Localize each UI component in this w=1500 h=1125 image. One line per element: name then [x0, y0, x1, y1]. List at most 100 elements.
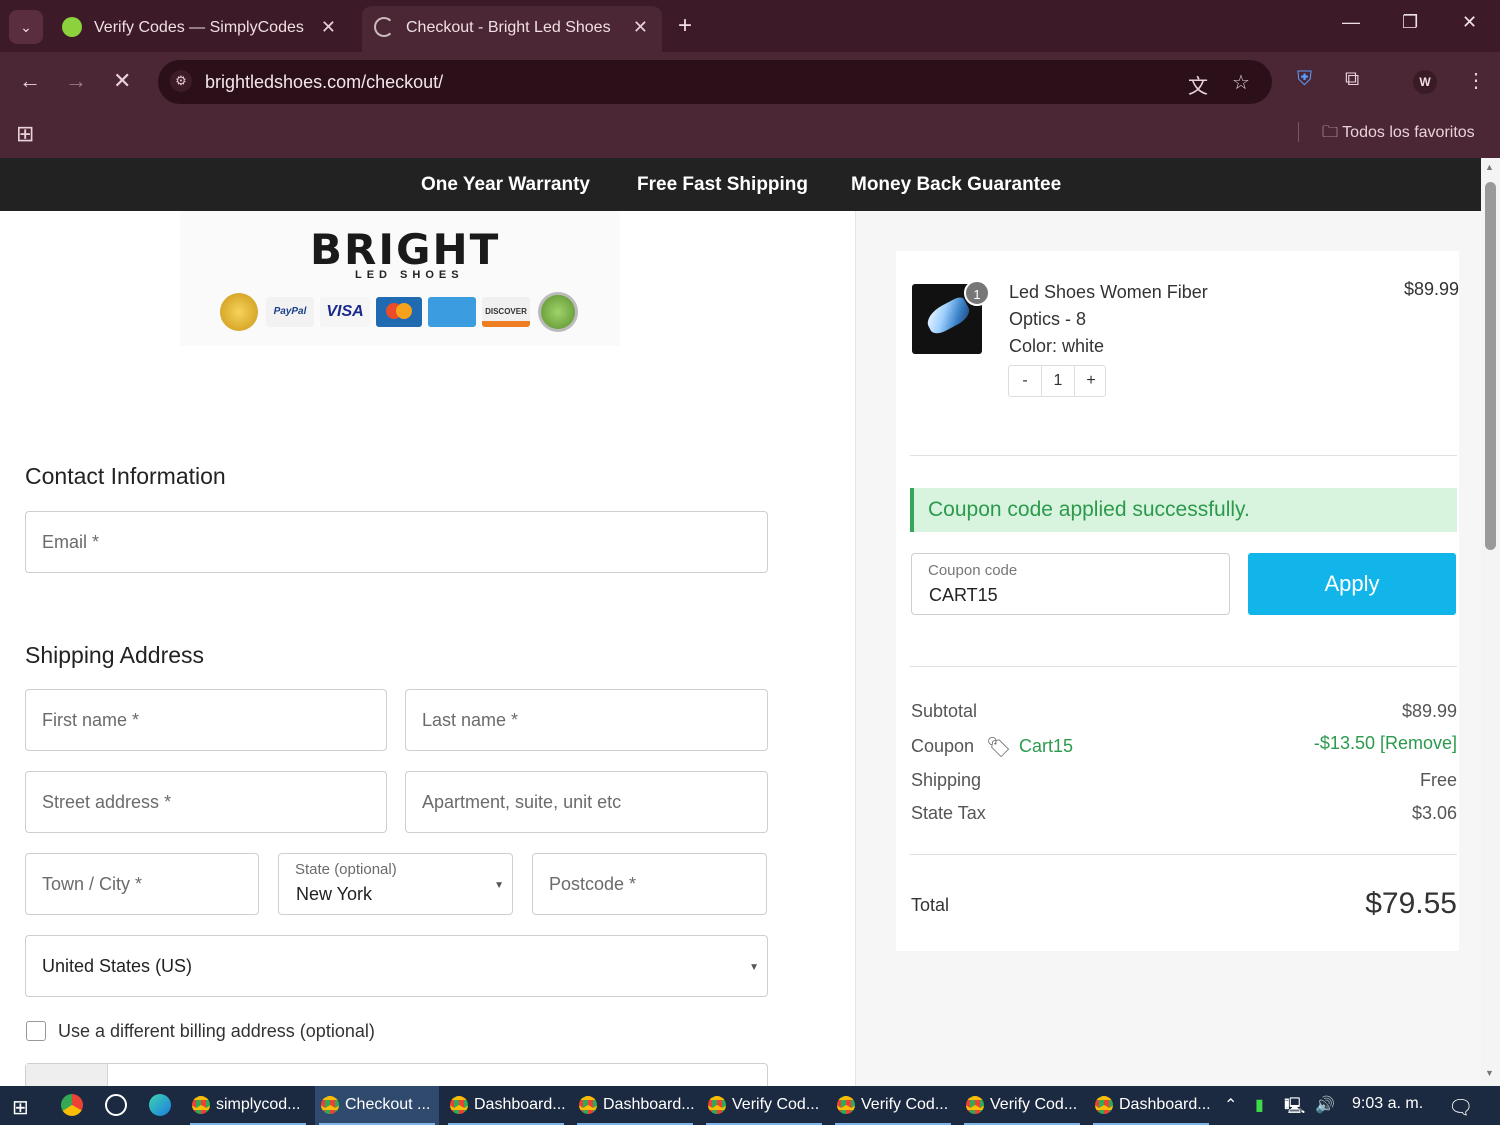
state-label: State (optional) — [295, 861, 397, 878]
checkout-page: One Year Warranty Free Fast Shipping Mon… — [0, 158, 1481, 1086]
bookmarks-folder-label: Todos los favoritos — [1342, 124, 1475, 141]
coupon-code-value[interactable]: CART15 — [929, 585, 998, 606]
contact-heading: Contact Information — [25, 463, 226, 489]
windows-taskbar: ⊞ simplycod... Checkout ... Dashboard...… — [0, 1086, 1500, 1125]
subtotal-value: $89.99 — [1401, 701, 1457, 721]
shipping-row: Shipping Free — [911, 770, 1457, 794]
taskbar-app-label: Dashboard... — [474, 1096, 566, 1113]
extensions-puzzle-icon[interactable]: ⧉ — [1345, 68, 1359, 91]
tab-checkout[interactable]: Checkout - Bright Led Shoes ✕ — [362, 6, 662, 52]
coupon-applied-code: Cart15 — [1019, 736, 1074, 756]
taskbar-app-6[interactable]: Verify Cod... — [831, 1086, 955, 1125]
mastercard-icon — [376, 297, 422, 327]
back-icon[interactable]: ← — [19, 68, 41, 94]
billing-address-checkbox[interactable] — [26, 1021, 46, 1041]
quantity-value[interactable]: 1 — [1042, 372, 1074, 390]
minimize-icon[interactable]: — — [1342, 12, 1360, 33]
state-select[interactable]: State (optional) New York ▼ — [278, 853, 513, 915]
windows-start-icon[interactable]: ⊞ — [12, 1095, 29, 1120]
chevron-up-icon[interactable]: ⌃ — [1224, 1095, 1237, 1115]
navigation-bar: ← → ✕ ⚙ brightledshoes.com/checkout/ 文 ☆… — [0, 52, 1500, 112]
chrome-icon — [450, 1096, 468, 1114]
edge-icon[interactable] — [149, 1094, 171, 1116]
bookmarks-folder[interactable]: 🗀 Todos los favoritos — [1322, 121, 1475, 148]
close-tab-icon[interactable]: ✕ — [321, 17, 336, 38]
street-address-field[interactable]: Street address * — [25, 771, 387, 833]
store-logo[interactable]: BRIGHT LED SHOES PayPal VISA DISCOVER — [180, 211, 620, 346]
notifications-icon[interactable]: 🗨 — [1448, 1095, 1473, 1120]
clock[interactable]: 9:03 a. m. — [1352, 1095, 1423, 1113]
city-field[interactable]: Town / City * — [25, 853, 259, 915]
quantity-stepper[interactable]: - 1 + — [1008, 365, 1106, 397]
taskbar-app-label: Verify Cod... — [861, 1096, 949, 1113]
coupon-label: Coupon — [911, 736, 975, 756]
taskbar-app-5[interactable]: Verify Cod... — [702, 1086, 826, 1125]
quantity-increase-button[interactable]: + — [1075, 372, 1107, 390]
address-bar[interactable]: ⚙ brightledshoes.com/checkout/ 文 ☆ — [158, 60, 1272, 104]
tab-title: Verify Codes — SimplyCodes — [94, 19, 304, 36]
taskbar-app-7[interactable]: Verify Cod... — [960, 1086, 1084, 1125]
first-name-placeholder: First name * — [42, 710, 140, 730]
apartment-field[interactable]: Apartment, suite, unit etc — [405, 771, 768, 833]
coupon-code-input[interactable]: Coupon code CART15 — [911, 553, 1230, 615]
close-window-icon[interactable]: ✕ — [1462, 12, 1477, 33]
menu-kebab-icon[interactable]: ⋮ — [1466, 68, 1486, 93]
phone-country-prefix[interactable] — [26, 1064, 108, 1086]
product-name-line1: Led Shoes Women Fiber — [1009, 282, 1208, 302]
scroll-down-icon[interactable]: ▼ — [1485, 1068, 1494, 1078]
apartment-placeholder: Apartment, suite, unit etc — [422, 792, 622, 812]
volume-icon[interactable]: 🔊 — [1315, 1095, 1335, 1115]
close-tab-icon[interactable]: ✕ — [633, 17, 648, 38]
tag-icon: 🏷 — [986, 737, 1012, 759]
stop-loading-icon[interactable]: ✕ — [113, 68, 131, 94]
total-label: Total — [911, 895, 950, 915]
quantity-decrease-button[interactable]: - — [1009, 372, 1041, 390]
divider — [910, 854, 1457, 855]
restore-icon[interactable]: ❐ — [1402, 12, 1418, 33]
url-text[interactable]: brightledshoes.com/checkout/ — [205, 72, 443, 93]
chrome-icon — [837, 1096, 855, 1114]
tab-simplycodes[interactable]: Verify Codes — SimplyCodes ✕ — [50, 6, 350, 52]
email-field[interactable]: Email * — [25, 511, 768, 573]
chrome-icon[interactable] — [61, 1094, 83, 1116]
tab-strip: ⌄ Verify Codes — SimplyCodes ✕ Checkout … — [0, 0, 1500, 52]
shipping-value: Free — [1419, 770, 1457, 790]
city-placeholder: Town / City * — [42, 874, 143, 894]
taskbar-app-label: Verify Cod... — [732, 1096, 820, 1113]
site-info-icon[interactable]: ⚙ — [170, 70, 192, 92]
tab-search-button[interactable]: ⌄ — [9, 10, 43, 44]
taskbar-app-1[interactable]: simplycod... — [186, 1086, 310, 1125]
taskbar-app-label: Dashboard... — [603, 1096, 695, 1113]
scrollbar-thumb[interactable] — [1485, 182, 1496, 550]
paypal-icon: PayPal — [266, 297, 314, 327]
whatsapp-icon[interactable] — [105, 1094, 127, 1116]
translate-icon[interactable]: 文 — [1188, 70, 1208, 99]
scroll-up-icon[interactable]: ▲ — [1485, 162, 1494, 172]
taskbar-app-2[interactable]: Checkout ... — [315, 1086, 439, 1125]
shield-extension-icon[interactable]: ⛨ — [1297, 68, 1312, 91]
forward-icon[interactable]: → — [65, 68, 87, 94]
battery-icon[interactable]: ▮ — [1255, 1095, 1264, 1115]
badge-seal-icon — [220, 293, 258, 331]
new-tab-icon[interactable]: + — [678, 12, 692, 40]
taskbar-app-3[interactable]: Dashboard... — [444, 1086, 568, 1125]
taskbar-app-8[interactable]: Dashboard... — [1089, 1086, 1213, 1125]
taskbar-app-label: Dashboard... — [1119, 1096, 1211, 1113]
first-name-field[interactable]: First name * — [25, 689, 387, 751]
network-icon[interactable]: 🖳 — [1284, 1095, 1305, 1122]
apply-coupon-button[interactable]: Apply — [1248, 553, 1456, 615]
taskbar-app-4[interactable]: Dashboard... — [573, 1086, 697, 1125]
page-scrollbar[interactable]: ▲ ▼ — [1481, 158, 1500, 1086]
billing-address-label[interactable]: Use a different billing address (optiona… — [58, 1021, 375, 1042]
avatar[interactable]: W — [1413, 70, 1437, 94]
postcode-field[interactable]: Postcode * — [532, 853, 767, 915]
order-summary-panel: 1 Led Shoes Women Fiber Optics - 8 Color… — [856, 211, 1481, 1086]
taskbar-app-label: Verify Cod... — [990, 1096, 1078, 1113]
bookmark-star-icon[interactable]: ☆ — [1232, 70, 1250, 95]
country-select[interactable]: United States (US) ▼ — [25, 935, 768, 997]
coupon-discount-remove-link[interactable]: -$13.50 [Remove] — [1314, 733, 1457, 754]
apps-grid-icon[interactable]: ⊞ — [16, 121, 34, 147]
total-value: $79.55 — [1365, 887, 1457, 920]
phone-field[interactable] — [25, 1063, 768, 1086]
last-name-field[interactable]: Last name * — [405, 689, 768, 751]
